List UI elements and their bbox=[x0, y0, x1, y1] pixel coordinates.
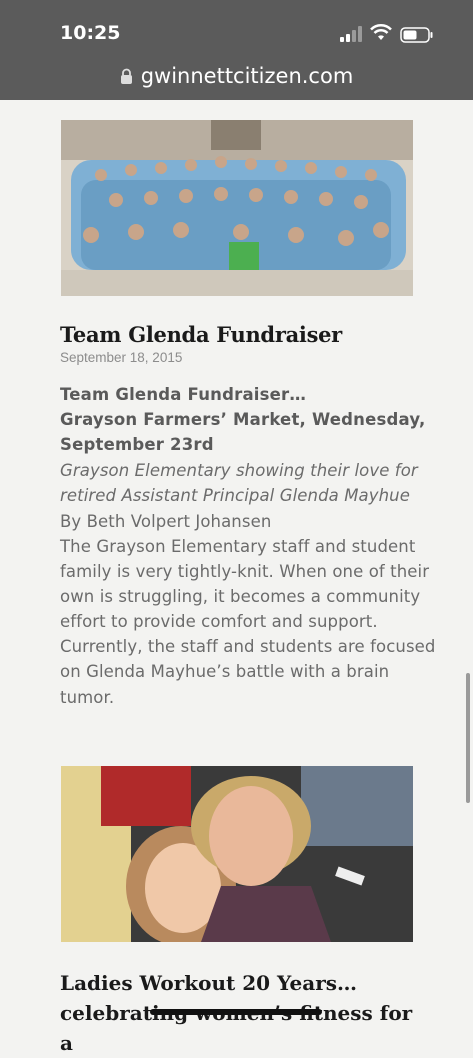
article-image-portrait[interactable] bbox=[61, 766, 413, 942]
article-title-line: Ladies Workout 20 Years… bbox=[60, 971, 358, 995]
cellular-signal-icon bbox=[340, 26, 362, 42]
article-heading-line: September 23rd bbox=[60, 435, 214, 454]
photo-caption-line: retired Assistant Principal Glenda Mayhu… bbox=[60, 486, 410, 505]
body-line: family is very tightly-knit. When one of… bbox=[60, 562, 430, 581]
article-heading-line: Grayson Farmers’ Market, Wednesday, bbox=[60, 410, 426, 429]
status-time: 10:25 bbox=[60, 22, 121, 44]
page-scrollbar[interactable] bbox=[466, 673, 470, 803]
body-line: Currently, the staff and students are fo… bbox=[60, 637, 436, 656]
body-line: effort to provide comfort and support. bbox=[60, 612, 378, 631]
address-bar[interactable]: gwinnettcitizen.com bbox=[0, 64, 473, 88]
wifi-icon bbox=[370, 24, 392, 40]
article-date: September 18, 2015 bbox=[60, 350, 183, 365]
article-title-line: celebrating women’s fitness for a bbox=[60, 1001, 413, 1055]
photo-caption-line: Grayson Elementary showing their love fo… bbox=[60, 461, 418, 480]
article-heading-line: Team Glenda Fundraiser… bbox=[60, 385, 307, 404]
lock-icon bbox=[120, 68, 132, 84]
body-line: The Grayson Elementary staff and student bbox=[60, 537, 416, 556]
url-text: gwinnettcitizen.com bbox=[140, 64, 354, 88]
body-line: tumor. bbox=[60, 688, 115, 707]
browser-chrome: 10:25 gwinnettcitizen.com bbox=[0, 0, 473, 100]
article-image-group-photo[interactable] bbox=[61, 120, 413, 296]
body-line: on Glenda Mayhue’s battle with a brain bbox=[60, 662, 390, 681]
article-title[interactable]: Team Glenda Fundraiser bbox=[60, 322, 342, 347]
body-line: own is struggling, it becomes a communit… bbox=[60, 587, 421, 606]
home-indicator[interactable] bbox=[150, 1009, 322, 1015]
battery-icon bbox=[400, 27, 433, 43]
byline: By Beth Volpert Johansen bbox=[60, 512, 272, 531]
